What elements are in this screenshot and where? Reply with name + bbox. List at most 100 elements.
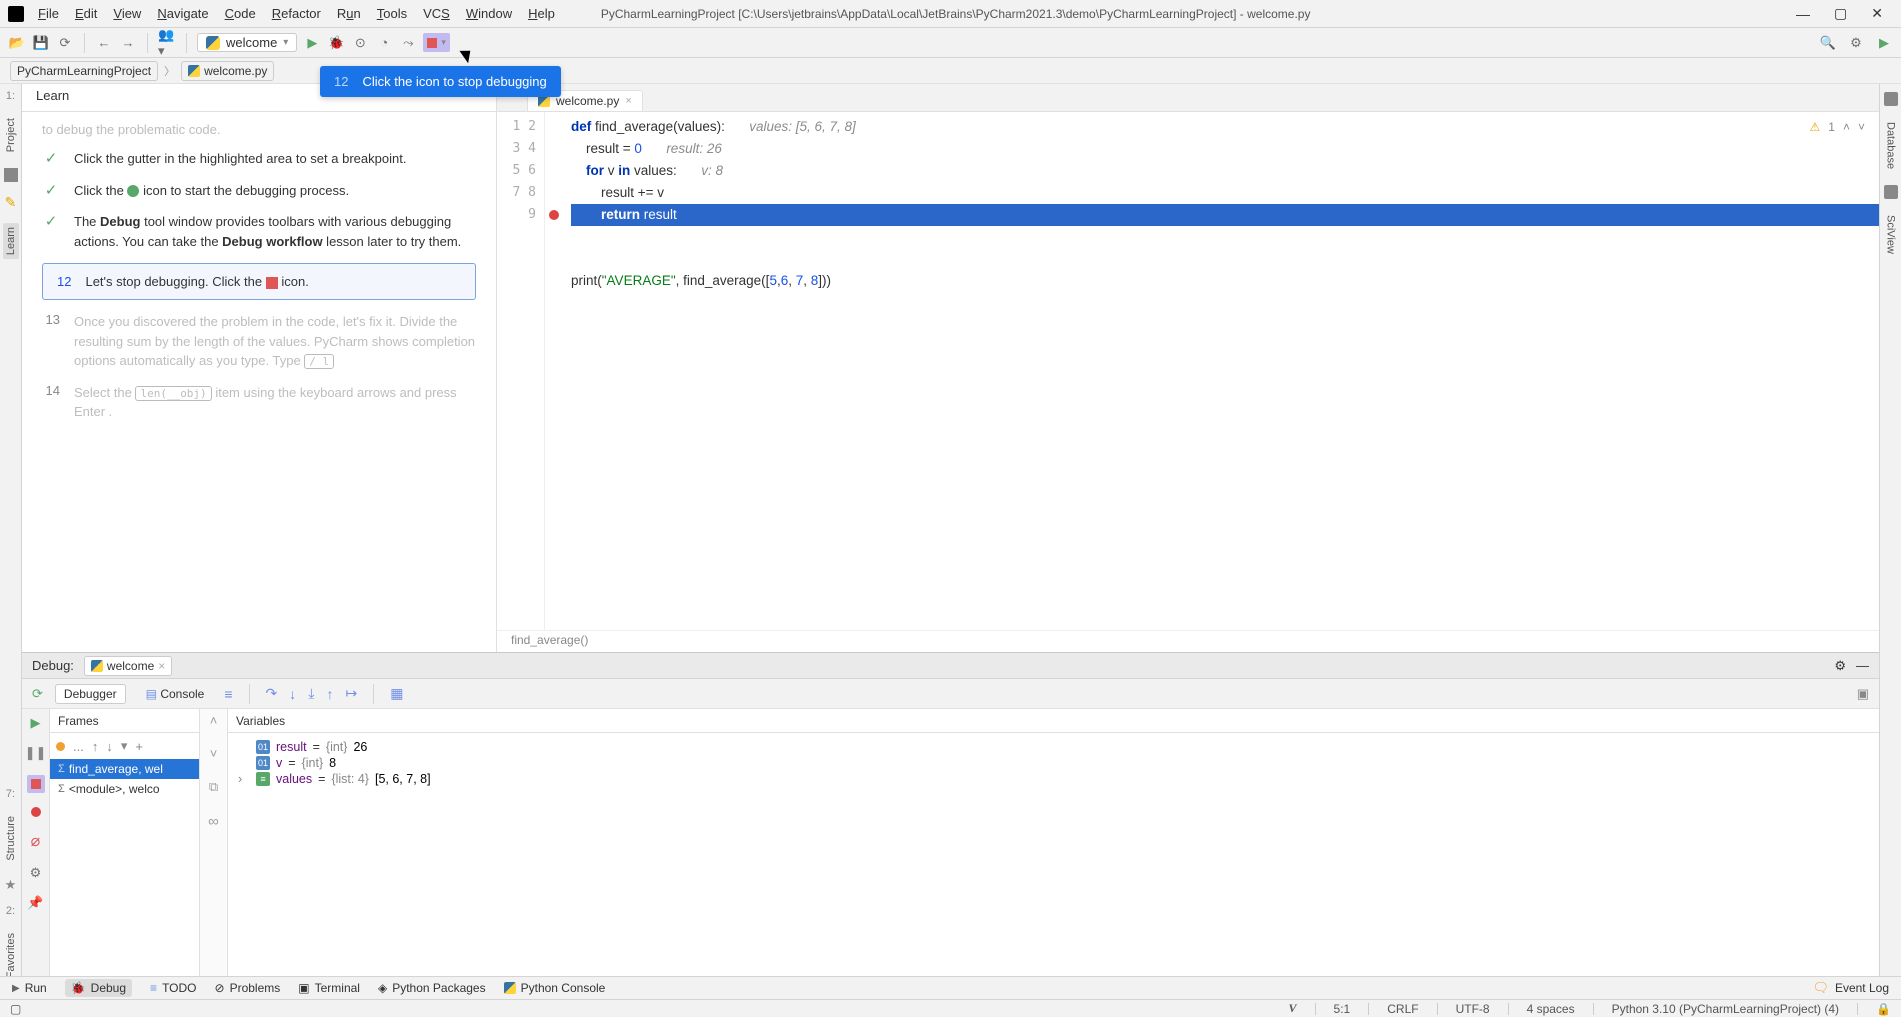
debugger-tab[interactable]: Debugger <box>55 684 126 704</box>
breakpoint-gutter[interactable] <box>545 112 563 630</box>
database-tool-button[interactable]: Database <box>1885 118 1897 173</box>
close-button[interactable]: ✕ <box>1871 5 1883 22</box>
file-encoding[interactable]: UTF-8 <box>1456 1002 1490 1016</box>
prev-frame-icon[interactable]: ↑ <box>92 739 99 754</box>
evaluate-icon[interactable]: ▦ <box>390 685 403 702</box>
frame-row[interactable]: Σ <module>, welco <box>50 779 199 799</box>
event-log-button[interactable]: 🗨Event Log <box>1812 980 1889 996</box>
close-icon[interactable]: × <box>158 659 165 673</box>
sciview-tool-button[interactable]: SciView <box>1885 211 1897 258</box>
project-tool-button[interactable]: Project <box>5 114 17 156</box>
open-file-icon[interactable]: 📂 <box>8 34 26 52</box>
add-icon[interactable]: + <box>135 739 143 754</box>
caret-position[interactable]: 5:1 <box>1334 1002 1351 1016</box>
console-tab[interactable]: ▤ Console <box>138 685 213 703</box>
expand-icon[interactable]: › <box>238 772 250 786</box>
stop-button-highlight[interactable]: ▾ <box>423 33 450 52</box>
python-interpreter[interactable]: Python 3.10 (PyCharmLearningProject) (4) <box>1612 1002 1839 1016</box>
ide-features-icon[interactable]: ▶ <box>1875 34 1893 52</box>
variable-row[interactable]: › ≡ values = {list: 4} [5, 6, 7, 8] <box>238 771 1869 787</box>
coverage-icon[interactable]: ⊙ <box>351 34 369 52</box>
minimize-button[interactable]: — <box>1796 6 1810 22</box>
todo-tool-button[interactable]: ≡TODO <box>150 981 196 995</box>
threads-icon[interactable]: ≡ <box>224 686 232 702</box>
profile-icon[interactable]: ◔ <box>375 34 393 52</box>
menu-navigate[interactable]: Navigate <box>151 4 214 23</box>
down-icon[interactable]: ˅ <box>210 746 218 761</box>
debug-session-tab[interactable]: welcome × <box>84 656 172 676</box>
link-icon[interactable]: ∞ <box>208 813 219 830</box>
editor-breadcrumb[interactable]: find_average() <box>497 630 1879 652</box>
pause-icon[interactable]: ❚❚ <box>25 745 47 761</box>
close-icon[interactable]: × <box>625 95 631 107</box>
step-over-icon[interactable]: ↷ <box>266 685 278 702</box>
menu-vcs[interactable]: VCS <box>417 4 456 23</box>
resume-icon[interactable]: ▶ <box>31 715 41 731</box>
variable-row[interactable]: 01 v = {int} 8 <box>238 755 1869 771</box>
menu-file[interactable]: File <box>32 4 65 23</box>
menu-run[interactable]: Run <box>331 4 367 23</box>
gear-icon[interactable]: ⚙ <box>1847 34 1865 52</box>
menu-edit[interactable]: Edit <box>69 4 103 23</box>
learn-tool-button[interactable]: Learn <box>3 223 19 259</box>
indent-settings[interactable]: 4 spaces <box>1527 1002 1575 1016</box>
menu-tools[interactable]: Tools <box>371 4 413 23</box>
step-out-icon[interactable]: ↑ <box>326 686 333 702</box>
chevron-up-icon[interactable]: ˄ <box>1843 120 1850 134</box>
pin-icon[interactable]: 📌 <box>27 895 43 911</box>
up-icon[interactable]: ˄ <box>210 713 218 728</box>
run-tool-button[interactable]: ▶Run <box>12 981 47 995</box>
stop-button-highlight[interactable] <box>27 775 45 793</box>
gear-icon[interactable]: ⚙ <box>30 865 42 881</box>
layout-icon[interactable]: ▣ <box>1857 686 1869 702</box>
tool-window-quick-access-icon[interactable]: ▢ <box>10 1002 21 1016</box>
variable-row[interactable]: 01 result = {int} 26 <box>238 739 1869 755</box>
back-icon[interactable]: ← <box>95 34 113 52</box>
breadcrumb-file[interactable]: welcome.py <box>181 61 274 81</box>
run-config-selector[interactable]: welcome ▾ <box>197 33 297 52</box>
debug-tool-button[interactable]: 🐞Debug <box>65 979 132 997</box>
breadcrumb-project[interactable]: PyCharmLearningProject <box>10 61 158 81</box>
rerun-icon[interactable]: ⟳ <box>32 686 43 702</box>
menu-code[interactable]: Code <box>219 4 262 23</box>
python-packages-tool-button[interactable]: ◈Python Packages <box>378 981 486 995</box>
menu-help[interactable]: Help <box>522 4 561 23</box>
run-icon[interactable]: ▶ <box>303 34 321 52</box>
vim-icon[interactable]: V <box>1289 1001 1297 1016</box>
chevron-down-icon[interactable]: ˅ <box>1858 120 1865 134</box>
concurrency-icon[interactable]: ⤳ <box>399 34 417 52</box>
favorites-tool-button[interactable]: Favorites <box>5 929 17 982</box>
terminal-tool-button[interactable]: ▣Terminal <box>298 981 360 995</box>
lock-icon[interactable]: 🔒 <box>1876 1002 1891 1016</box>
line-separator[interactable]: CRLF <box>1387 1002 1418 1016</box>
structure-tool-button[interactable]: Structure <box>5 812 17 865</box>
minimize-icon[interactable]: — <box>1856 658 1869 674</box>
menu-window[interactable]: Window <box>460 4 518 23</box>
gear-icon[interactable]: ⚙ <box>1834 658 1846 674</box>
line-gutter[interactable]: 1 2 3 4 5 6 7 8 9 <box>497 112 545 630</box>
run-to-cursor-icon[interactable]: ↦ <box>345 685 357 702</box>
save-icon[interactable]: 💾 <box>32 34 50 52</box>
debug-icon[interactable]: 🐞 <box>327 34 345 52</box>
mute-breakpoints-icon[interactable]: ⌀ <box>31 831 41 851</box>
breakpoint-icon[interactable] <box>549 210 559 220</box>
vcs-icon[interactable]: 👥▾ <box>158 34 176 52</box>
reload-icon[interactable]: ⟳ <box>56 34 74 52</box>
next-frame-icon[interactable]: ↓ <box>106 739 113 754</box>
step-into-icon[interactable]: ↓ <box>289 686 296 702</box>
code-body[interactable]: def find_average(values): values: [5, 6,… <box>563 112 1879 630</box>
view-breakpoints-icon[interactable] <box>31 807 41 817</box>
step-into-my-icon[interactable]: ⤓ <box>308 685 314 702</box>
editor-inspections[interactable]: ⚠ 1 ˄ ˅ <box>1810 120 1865 134</box>
menu-refactor[interactable]: Refactor <box>266 4 327 23</box>
chevron-down-icon[interactable]: ▾ <box>121 738 128 754</box>
maximize-button[interactable]: ▢ <box>1834 5 1847 22</box>
search-icon[interactable]: 🔍 <box>1819 34 1837 52</box>
editor[interactable]: 1 2 3 4 5 6 7 8 9 def find_average(value… <box>497 112 1879 630</box>
forward-icon[interactable]: → <box>119 34 137 52</box>
menu-view[interactable]: View <box>107 4 147 23</box>
frame-row[interactable]: Σ find_average, wel <box>50 759 199 779</box>
copy-icon[interactable]: ⧉ <box>209 779 218 795</box>
python-console-tool-button[interactable]: Python Console <box>504 981 606 995</box>
problems-tool-button[interactable]: ⊘Problems <box>215 981 281 995</box>
